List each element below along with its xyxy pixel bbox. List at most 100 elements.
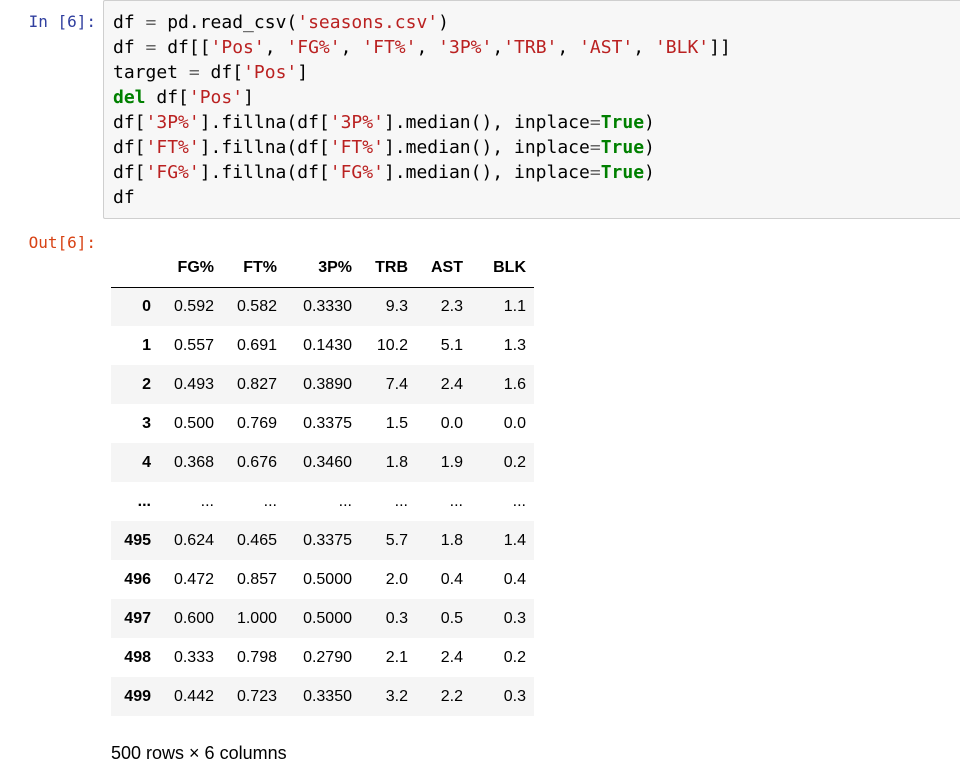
table-cell: 2.4 bbox=[440, 648, 463, 666]
code-string: '3P%' bbox=[438, 37, 493, 58]
table-cell: 0.3460 bbox=[303, 453, 352, 471]
table-cell: 1.8 bbox=[440, 531, 463, 549]
row-index: 499 bbox=[124, 687, 151, 705]
code-operator: = bbox=[589, 137, 601, 158]
table-cell: 0.624 bbox=[173, 531, 214, 549]
table-cell: 0.3890 bbox=[303, 375, 352, 393]
table-cell: 0.3375 bbox=[303, 531, 352, 549]
header-row: FG% FT% 3P% TRB AST BLK bbox=[111, 250, 534, 288]
table-cell: 0.3 bbox=[385, 609, 408, 627]
code-operator: = bbox=[145, 37, 157, 58]
code-token: df[ bbox=[145, 87, 189, 108]
table-cell: 2.3 bbox=[440, 297, 463, 315]
table-row: 496 0.472 0.857 0.5000 2.0 0.4 0.4 bbox=[111, 560, 534, 599]
table-cell: 0.723 bbox=[236, 687, 277, 705]
table-cell: 0.2 bbox=[503, 648, 526, 666]
table-cell: 0.691 bbox=[236, 336, 277, 354]
code-token: , bbox=[416, 37, 439, 58]
row-index: 495 bbox=[124, 531, 151, 549]
table-cell: 9.3 bbox=[385, 297, 408, 315]
table-row: 3 0.500 0.769 0.3375 1.5 0.0 0.0 bbox=[111, 404, 534, 443]
column-header: BLK bbox=[471, 250, 534, 288]
table-cell: 0.2790 bbox=[303, 648, 352, 666]
table-cell: 0.3350 bbox=[303, 687, 352, 705]
table-row: 497 0.600 1.000 0.5000 0.3 0.5 0.3 bbox=[111, 599, 534, 638]
table-cell: 0.3 bbox=[503, 609, 526, 627]
index-header bbox=[111, 250, 159, 288]
row-index: 4 bbox=[142, 453, 151, 471]
table-cell: 1.1 bbox=[503, 297, 526, 315]
table-row: 495 0.624 0.465 0.3375 5.7 1.8 1.4 bbox=[111, 521, 534, 560]
table-cell: 2.0 bbox=[385, 570, 408, 588]
table-row: 4 0.368 0.676 0.3460 1.8 1.9 0.2 bbox=[111, 443, 534, 482]
row-index: 498 bbox=[124, 648, 151, 666]
code-token: , bbox=[557, 37, 580, 58]
code-token: , bbox=[492, 37, 504, 58]
code-token: ] bbox=[243, 87, 254, 108]
table-cell: ... bbox=[512, 492, 526, 510]
column-header: AST bbox=[416, 250, 471, 288]
code-editor[interactable]: df = pd.read_csv('seasons.csv') df = df[[… bbox=[113, 10, 731, 210]
table-cell: 5.1 bbox=[440, 336, 463, 354]
dataframe-table: FG% FT% 3P% TRB AST BLK 0 0.592 0.582 0.333… bbox=[111, 250, 534, 716]
row-index: 2 bbox=[142, 375, 151, 393]
table-cell: 2.1 bbox=[385, 648, 408, 666]
code-string: 'FT%' bbox=[329, 137, 384, 158]
table-cell: 0.4 bbox=[440, 570, 463, 588]
code-line: df = pd.read_csv('seasons.csv') bbox=[113, 10, 731, 35]
table-cell: 0.2 bbox=[503, 453, 526, 471]
code-token: pd.read_csv( bbox=[156, 12, 298, 33]
code-string: 'Pos' bbox=[243, 62, 298, 83]
code-string: 'FG%' bbox=[286, 37, 341, 58]
code-keyword: True bbox=[600, 162, 645, 183]
row-index: ... bbox=[137, 492, 151, 510]
table-cell: 1.8 bbox=[385, 453, 408, 471]
code-token: df[ bbox=[113, 162, 146, 183]
code-line: df['FT%'].fillna(df['FT%'].median(), inp… bbox=[113, 135, 731, 160]
code-token: ) bbox=[644, 112, 655, 133]
code-token: df[ bbox=[113, 112, 146, 133]
code-token: ].fillna(df[ bbox=[199, 112, 330, 133]
table-cell: 0.368 bbox=[173, 453, 214, 471]
code-token: ].median(), inplace bbox=[383, 162, 590, 183]
table-cell: 2.2 bbox=[440, 687, 463, 705]
code-token: ].fillna(df[ bbox=[199, 162, 330, 183]
table-cell: 0.0 bbox=[440, 414, 463, 432]
input-prompt: In [6]: bbox=[28, 12, 96, 31]
code-cell-input[interactable]: df = pd.read_csv('seasons.csv') df = df[[… bbox=[103, 0, 960, 219]
code-token: , bbox=[633, 37, 655, 58]
table-cell: 1.4 bbox=[503, 531, 526, 549]
table-cell: 0.500 bbox=[173, 414, 214, 432]
code-string: 'Pos' bbox=[210, 37, 265, 58]
table-cell: 0.472 bbox=[173, 570, 214, 588]
code-string: 'Pos' bbox=[188, 87, 244, 108]
table-cell: 0.769 bbox=[236, 414, 277, 432]
row-index: 497 bbox=[124, 609, 151, 627]
dataframe-shape: 500 rows × 6 columns bbox=[111, 743, 287, 763]
code-string: 'AST' bbox=[579, 37, 634, 58]
table-cell: 0.1430 bbox=[303, 336, 352, 354]
table-cell: 1.3 bbox=[503, 336, 526, 354]
code-token: , bbox=[264, 37, 287, 58]
table-cell: 0.5 bbox=[440, 609, 463, 627]
code-line: target = df['Pos'] bbox=[113, 60, 731, 85]
code-string: 'seasons.csv' bbox=[297, 12, 439, 33]
table-cell: 0.557 bbox=[173, 336, 214, 354]
code-operator: = bbox=[145, 12, 157, 33]
table-cell: 2.4 bbox=[440, 375, 463, 393]
table-cell: 3.2 bbox=[385, 687, 408, 705]
table-row: 2 0.493 0.827 0.3890 7.4 2.4 1.6 bbox=[111, 365, 534, 404]
code-line: df['FG%'].fillna(df['FG%'].median(), inp… bbox=[113, 160, 731, 185]
table-cell: 1.000 bbox=[236, 609, 277, 627]
table-cell: 0.582 bbox=[236, 297, 277, 315]
column-header: FG% bbox=[159, 250, 222, 288]
table-cell: 0.592 bbox=[173, 297, 214, 315]
code-token: ) bbox=[644, 137, 655, 158]
table-cell: 0.676 bbox=[236, 453, 277, 471]
code-line: df = df[['Pos', 'FG%', 'FT%', '3P%','TRB… bbox=[113, 35, 731, 60]
code-operator: = bbox=[188, 62, 200, 83]
table-row: ..................... bbox=[111, 482, 534, 521]
code-token: df bbox=[113, 187, 135, 208]
table-cell: 0.442 bbox=[173, 687, 214, 705]
code-keyword: del bbox=[113, 87, 146, 108]
